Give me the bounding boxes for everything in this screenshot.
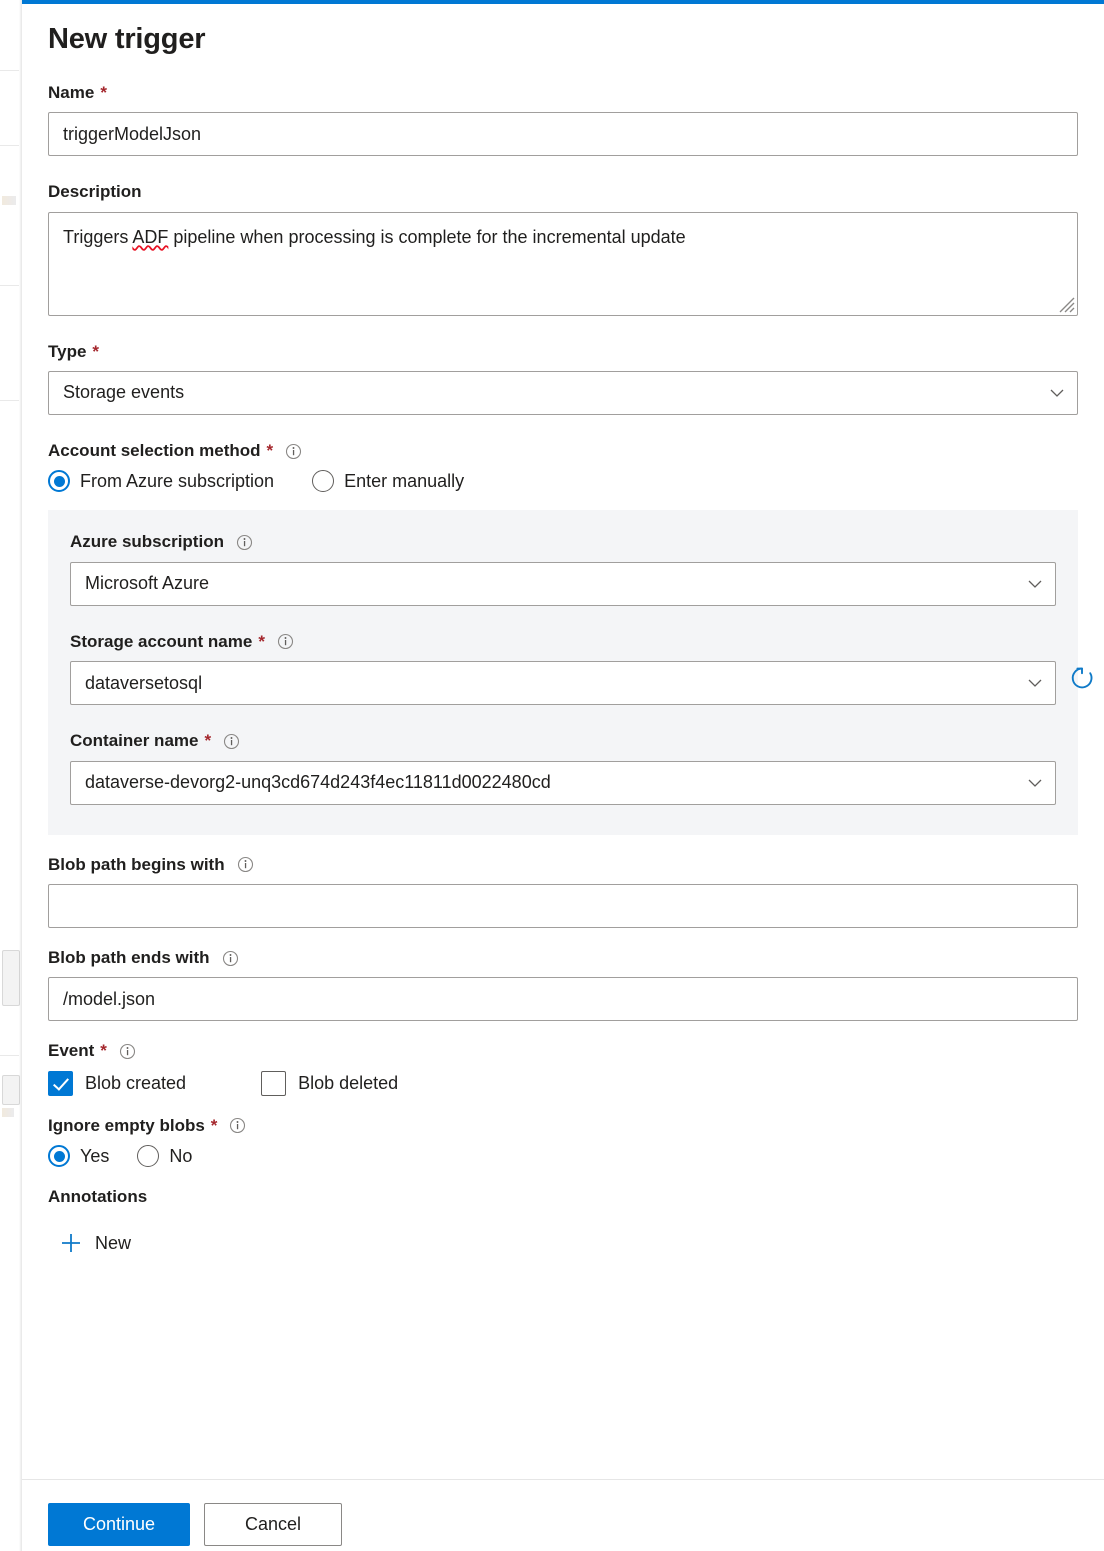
azure-subscription-panel: Azure subscription Microsoft Azure (48, 510, 1078, 834)
label-azure-subscription: Azure subscription (70, 532, 1056, 552)
field-azure-subscription: Azure subscription Microsoft Azure (70, 532, 1056, 605)
field-storage-account-name: Storage account name * dataversetosql (70, 632, 1056, 705)
container-name-dropdown[interactable]: dataverse-devorg2-unq3cd674d243f4ec11811… (70, 761, 1056, 805)
checkbox-blob-deleted[interactable]: Blob deleted (261, 1071, 398, 1096)
required-asterisk: * (267, 441, 274, 461)
description-textarea[interactable]: Triggers ADF pipeline when processing is… (48, 212, 1078, 316)
page-title: New trigger (48, 22, 1078, 57)
label-ignore-empty-blobs-text: Ignore empty blobs (48, 1116, 205, 1136)
required-asterisk: * (211, 1116, 218, 1136)
azure-subscription-value: Microsoft Azure (85, 573, 209, 594)
account-selection-radio-group: From Azure subscription Enter manually (48, 470, 1078, 492)
field-blob-path-begins-with: Blob path begins with (48, 855, 1078, 928)
label-description-text: Description (48, 182, 142, 202)
label-blob-path-begins-with: Blob path begins with (48, 855, 1078, 875)
new-trigger-blade: New trigger Name * Description Triggers … (22, 0, 1104, 1551)
label-account-selection-method: Account selection method * (48, 441, 1078, 461)
checkbox-checked-icon (48, 1071, 73, 1096)
radio-enter-manually[interactable]: Enter manually (312, 470, 464, 492)
info-icon[interactable] (119, 1043, 136, 1060)
blade-footer: Continue Cancel (22, 1479, 1104, 1551)
radio-dot-unselected (137, 1145, 159, 1167)
radio-yes-label: Yes (80, 1146, 109, 1167)
radio-enter-manually-label: Enter manually (344, 471, 464, 492)
blob-path-ends-with-input[interactable] (48, 977, 1078, 1021)
label-storage-account-name-text: Storage account name (70, 632, 252, 652)
storage-account-name-dropdown[interactable]: dataversetosql (70, 661, 1056, 705)
checkbox-blob-deleted-label: Blob deleted (298, 1073, 398, 1094)
radio-from-azure-subscription-label: From Azure subscription (80, 471, 274, 492)
field-annotations: Annotations New (48, 1187, 1078, 1259)
label-container-name-text: Container name (70, 731, 198, 751)
field-name: Name * (48, 83, 1078, 156)
event-checkbox-group: Blob created Blob deleted (48, 1071, 1078, 1096)
blade-body: New trigger Name * Description Triggers … (22, 4, 1104, 1479)
name-input[interactable] (48, 112, 1078, 156)
azure-subscription-dropdown[interactable]: Microsoft Azure (70, 562, 1056, 606)
label-name-text: Name (48, 83, 94, 103)
field-type: Type * Storage events (48, 342, 1078, 415)
field-event: Event * Blob created Blob dele (48, 1041, 1078, 1095)
field-ignore-empty-blobs: Ignore empty blobs * Yes No (48, 1116, 1078, 1167)
info-icon[interactable] (223, 733, 240, 750)
radio-dot-unselected (312, 470, 334, 492)
type-dropdown-value: Storage events (63, 382, 184, 403)
required-asterisk: * (100, 83, 107, 103)
continue-button[interactable]: Continue (48, 1503, 190, 1546)
label-blob-path-ends-with-text: Blob path ends with (48, 948, 210, 968)
required-asterisk: * (100, 1041, 107, 1061)
add-annotation-label: New (95, 1233, 131, 1254)
label-event: Event * (48, 1041, 1078, 1061)
cancel-button[interactable]: Cancel (204, 1503, 342, 1546)
required-asterisk: * (204, 731, 211, 751)
label-description: Description (48, 182, 1078, 202)
field-account-selection-method: Account selection method * From Azure su… (48, 441, 1078, 492)
field-container-name: Container name * dataverse-devorg2-unq3c… (70, 731, 1056, 804)
description-text-prefix: Triggers (63, 227, 132, 247)
radio-ignore-empty-blobs-no[interactable]: No (137, 1145, 192, 1167)
info-icon[interactable] (236, 534, 253, 551)
required-asterisk: * (92, 342, 99, 362)
background-page-sliver (0, 0, 22, 1551)
ignore-empty-blobs-radio-group: Yes No (48, 1145, 1078, 1167)
description-text-suffix: pipeline when processing is complete for… (168, 227, 685, 247)
info-icon[interactable] (222, 950, 239, 967)
label-ignore-empty-blobs: Ignore empty blobs * (48, 1116, 1078, 1136)
label-storage-account-name: Storage account name * (70, 632, 1056, 652)
type-dropdown[interactable]: Storage events (48, 371, 1078, 415)
radio-dot-selected (48, 1145, 70, 1167)
label-azure-subscription-text: Azure subscription (70, 532, 224, 552)
label-annotations-text: Annotations (48, 1187, 147, 1207)
checkbox-blob-created[interactable]: Blob created (48, 1071, 186, 1096)
container-name-value: dataverse-devorg2-unq3cd674d243f4ec11811… (85, 772, 551, 793)
label-type: Type * (48, 342, 1078, 362)
label-container-name: Container name * (70, 731, 1056, 751)
radio-ignore-empty-blobs-yes[interactable]: Yes (48, 1145, 109, 1167)
info-icon[interactable] (277, 633, 294, 650)
field-description: Description Triggers ADF pipeline when p… (48, 182, 1078, 315)
storage-account-name-value: dataversetosql (85, 673, 202, 694)
label-annotations: Annotations (48, 1187, 1078, 1207)
label-account-selection-method-text: Account selection method (48, 441, 261, 461)
info-icon[interactable] (285, 443, 302, 460)
description-text-misspelled: ADF (132, 227, 168, 247)
field-blob-path-ends-with: Blob path ends with (48, 948, 1078, 1021)
label-name: Name * (48, 83, 1078, 103)
add-annotation-button[interactable]: New (60, 1232, 131, 1254)
label-blob-path-ends-with: Blob path ends with (48, 948, 1078, 968)
radio-dot-selected (48, 470, 70, 492)
label-blob-path-begins-with-text: Blob path begins with (48, 855, 225, 875)
checkbox-blob-created-label: Blob created (85, 1073, 186, 1094)
required-asterisk: * (258, 632, 265, 652)
label-type-text: Type (48, 342, 86, 362)
radio-no-label: No (169, 1146, 192, 1167)
refresh-icon[interactable] (1068, 664, 1096, 692)
plus-icon (60, 1232, 82, 1254)
checkbox-unchecked-icon (261, 1071, 286, 1096)
info-icon[interactable] (237, 856, 254, 873)
label-event-text: Event (48, 1041, 94, 1061)
blob-path-begins-with-input[interactable] (48, 884, 1078, 928)
info-icon[interactable] (229, 1117, 246, 1134)
radio-from-azure-subscription[interactable]: From Azure subscription (48, 470, 274, 492)
